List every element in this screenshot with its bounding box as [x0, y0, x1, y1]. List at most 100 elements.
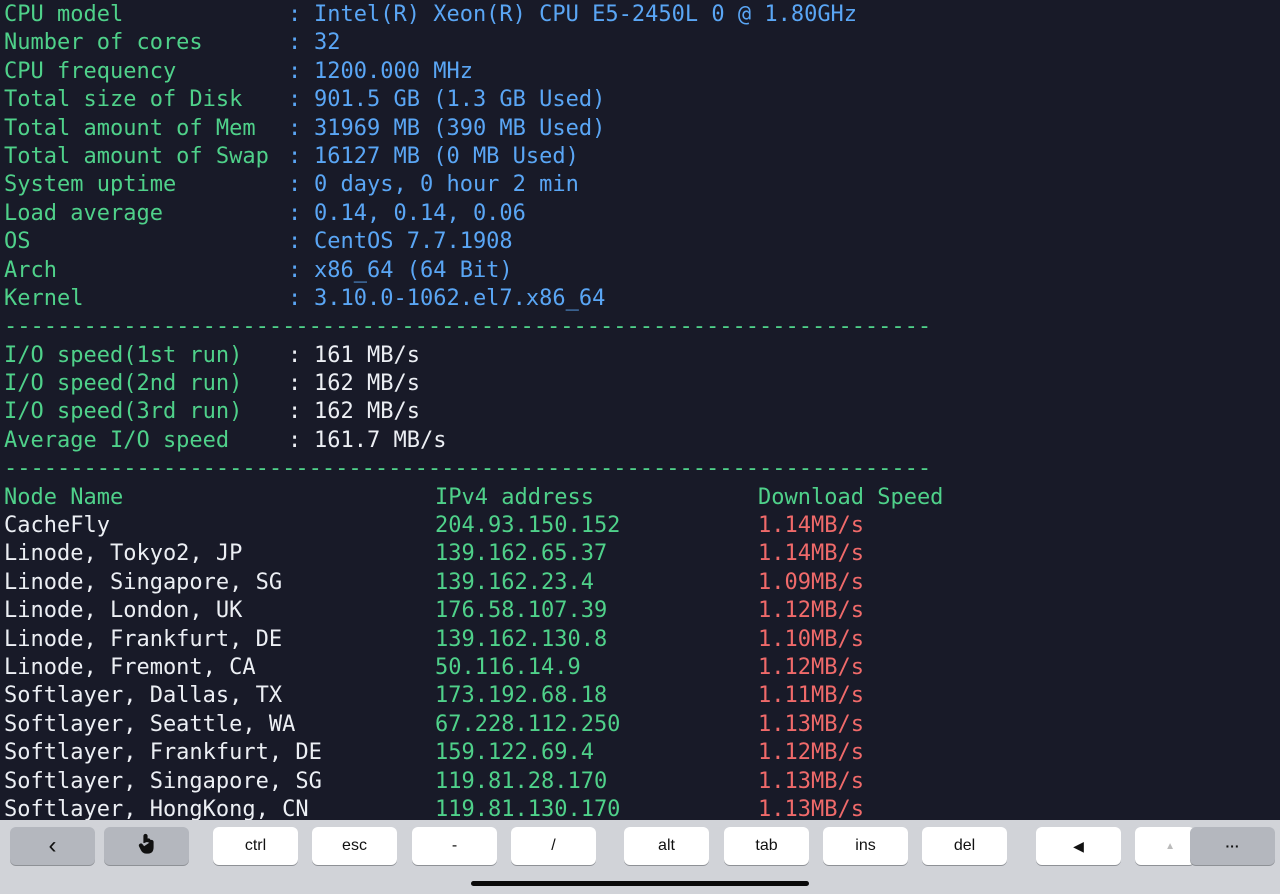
table-row: Softlayer, HongKong, CN 119.81.130.170 1.1… — [4, 796, 1280, 820]
download-speed: 1.12MB/s — [758, 598, 864, 624]
alt-key[interactable]: alt — [624, 827, 709, 865]
sysinfo-label: Kernel — [4, 285, 269, 311]
sysinfo-separator: : — [288, 172, 315, 198]
touch-mode-button[interactable] — [104, 827, 189, 865]
home-indicator[interactable] — [471, 881, 809, 886]
sysinfo-label: Arch — [4, 257, 269, 283]
sysinfo-value: 0 days, 0 hour 2 min — [314, 172, 579, 198]
arrow-left-icon: ◀ — [1073, 837, 1084, 854]
sysinfo-separator: : — [288, 143, 315, 169]
table-row: Softlayer, Singapore, SG 119.81.28.170 1.1… — [4, 768, 1280, 796]
ins-key[interactable]: ins — [823, 827, 908, 865]
header-download-speed: Download Speed — [758, 484, 944, 510]
ipv4-address: 119.81.28.170 — [435, 768, 608, 794]
sysinfo-label: Number of cores — [4, 30, 269, 56]
sysinfo-label: System uptime — [4, 172, 269, 198]
node-name: Softlayer, Frankfurt, DE — [4, 740, 322, 766]
extra-keys-bar: ‹ ctrl esc - / alt tab ins del ◀ ▲ ··· — [0, 820, 1280, 894]
sysinfo-label: Total amount of Mem — [4, 115, 269, 141]
sysinfo-value: 901.5 GB (1.3 GB Used) — [314, 87, 606, 113]
io-separator: : — [288, 427, 315, 453]
sysinfo-label: CPU model — [4, 2, 269, 27]
table-row: CacheFly 204.93.150.152 1.14MB/s — [4, 512, 1280, 540]
io-value: 162 MB/s — [314, 371, 420, 397]
io-value: 162 MB/s — [314, 399, 420, 425]
sysinfo-separator: : — [288, 285, 315, 311]
table-row: Linode, Tokyo2, JP 139.162.65.37 1.14MB/s — [4, 540, 1280, 568]
divider-line: ----------------------------------------… — [4, 456, 932, 482]
table-row: Linode, Fremont, CA 50.116.14.9 1.12MB/s — [4, 654, 1280, 682]
io-label: I/O speed(3rd run) — [4, 399, 269, 425]
ipv4-address: 139.162.65.37 — [435, 541, 608, 567]
back-button[interactable]: ‹ — [10, 827, 95, 865]
ipv4-address: 204.93.150.152 — [435, 513, 621, 539]
io-value: 161.7 MB/s — [314, 427, 447, 453]
io-row-1st-run: I/O speed(1st run) : 161 MB/s — [4, 342, 1280, 370]
io-row-average: Average I/O speed : 161.7 MB/s — [4, 427, 1280, 455]
download-speed: 1.11MB/s — [758, 683, 864, 709]
esc-key[interactable]: esc — [312, 827, 397, 865]
node-name: Linode, Tokyo2, JP — [4, 541, 243, 567]
terminal-window[interactable]: CPU model : Intel(R) Xeon(R) CPU E5-2450… — [0, 0, 1280, 820]
header-ipv4-address: IPv4 address — [435, 484, 594, 510]
table-row: Softlayer, Seattle, WA 67.228.112.250 1.13… — [4, 711, 1280, 739]
tab-key[interactable]: tab — [724, 827, 809, 865]
io-label: I/O speed(1st run) — [4, 342, 269, 368]
sysinfo-label: Total size of Disk — [4, 87, 269, 113]
ipv4-address: 50.116.14.9 — [435, 654, 581, 680]
sysinfo-row-cpu-model: CPU model : Intel(R) Xeon(R) CPU E5-2450… — [4, 1, 1280, 29]
sysinfo-value: 31969 MB (390 MB Used) — [314, 115, 606, 141]
dash-key[interactable]: - — [412, 827, 497, 865]
ellipsis-icon: ··· — [1225, 838, 1240, 854]
sysinfo-value: x86_64 (64 Bit) — [314, 257, 513, 283]
download-speed: 1.13MB/s — [758, 796, 864, 820]
ipv4-address: 159.122.69.4 — [435, 740, 594, 766]
arrow-up-icon: ▲ — [1165, 840, 1175, 852]
node-name: Softlayer, Singapore, SG — [4, 768, 322, 794]
io-row-2nd-run: I/O speed(2nd run) : 162 MB/s — [4, 370, 1280, 398]
sysinfo-label: OS — [4, 229, 269, 255]
io-label: I/O speed(2nd run) — [4, 371, 269, 397]
ipv4-address: 176.58.107.39 — [435, 598, 608, 624]
hand-pointer-icon — [138, 833, 156, 860]
terminal-output: CPU model : Intel(R) Xeon(R) CPU E5-2450… — [4, 1, 1280, 820]
table-row: Linode, London, UK 176.58.107.39 1.12MB/s — [4, 597, 1280, 625]
io-label: Average I/O speed — [4, 427, 269, 453]
download-speed: 1.10MB/s — [758, 626, 864, 652]
more-keys-button[interactable]: ··· — [1190, 827, 1275, 865]
sysinfo-separator: : — [288, 58, 315, 84]
del-key[interactable]: del — [922, 827, 1007, 865]
sysinfo-separator: : — [288, 87, 315, 113]
ipv4-address: 173.192.68.18 — [435, 683, 608, 709]
sysinfo-value: 3.10.0-1062.el7.x86_64 — [314, 285, 606, 311]
node-name: Softlayer, Seattle, WA — [4, 711, 296, 737]
sysinfo-separator: : — [288, 257, 315, 283]
ipv4-address: 139.162.130.8 — [435, 626, 608, 652]
download-speed: 1.09MB/s — [758, 569, 864, 595]
sysinfo-row-cores: Number of cores : 32 — [4, 29, 1280, 57]
io-separator: : — [288, 399, 315, 425]
sysinfo-separator: : — [288, 229, 315, 255]
sysinfo-row-os: OS : CentOS 7.7.1908 — [4, 228, 1280, 256]
table-row: Softlayer, Dallas, TX 173.192.68.18 1.11MB… — [4, 682, 1280, 710]
sysinfo-separator: : — [288, 30, 315, 56]
speed-table-header: Node Name IPv4 address Download Speed — [4, 484, 1280, 512]
sysinfo-value: Intel(R) Xeon(R) CPU E5-2450L 0 @ 1.80GH… — [314, 2, 858, 27]
sysinfo-separator: : — [288, 115, 315, 141]
header-node-name: Node Name — [4, 484, 124, 510]
up-arrow-key[interactable]: ▲ — [1135, 827, 1195, 865]
slash-key[interactable]: / — [511, 827, 596, 865]
download-speed: 1.14MB/s — [758, 513, 864, 539]
download-speed: 1.12MB/s — [758, 654, 864, 680]
left-arrow-key[interactable]: ◀ — [1036, 827, 1121, 865]
sysinfo-label: Total amount of Swap — [4, 143, 269, 169]
node-name: Linode, Frankfurt, DE — [4, 626, 283, 652]
ipv4-address: 119.81.130.170 — [435, 796, 621, 820]
sysinfo-value: CentOS 7.7.1908 — [314, 229, 513, 255]
ctrl-key[interactable]: ctrl — [213, 827, 298, 865]
chevron-left-icon: ‹ — [48, 832, 57, 859]
sysinfo-value: 0.14, 0.14, 0.06 — [314, 200, 526, 226]
node-name: Softlayer, HongKong, CN — [4, 796, 309, 820]
download-speed: 1.13MB/s — [758, 711, 864, 737]
io-separator: : — [288, 342, 315, 368]
